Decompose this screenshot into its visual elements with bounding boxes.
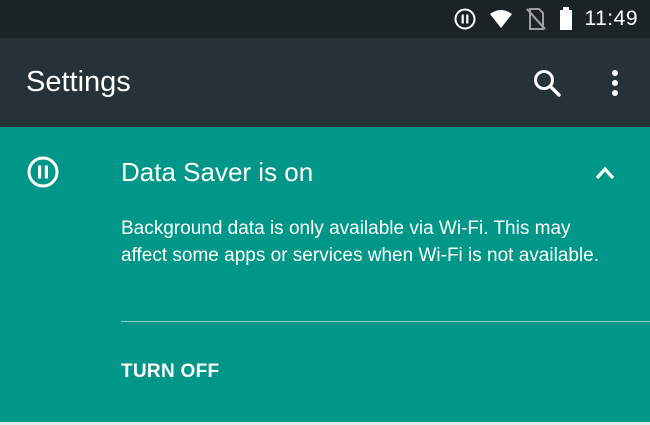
data-saver-icon [26,155,60,189]
no-sim-icon [525,7,547,31]
data-saver-description: Background data is only available via Wi… [121,218,600,266]
status-icons: 11:49 [453,0,639,38]
wifi-icon [489,8,513,30]
collapse-button[interactable] [591,159,619,187]
chevron-up-icon [595,166,615,180]
data-saver-status-icon [453,7,477,31]
status-time: 11:49 [584,7,638,30]
app-toolbar: Settings [0,38,650,127]
status-bar: 11:49 [0,0,650,38]
search-button[interactable] [530,66,564,100]
more-vert-icon [612,70,618,96]
divider [121,321,650,322]
more-options-button[interactable] [602,66,628,100]
search-icon [534,70,561,97]
battery-icon [559,7,573,31]
data-saver-card: Data Saver is on Background data is only… [0,127,650,422]
turn-off-button[interactable]: TURN OFF [121,357,219,387]
page-title: Settings [26,66,131,98]
data-saver-title: Data Saver is on [121,157,314,187]
